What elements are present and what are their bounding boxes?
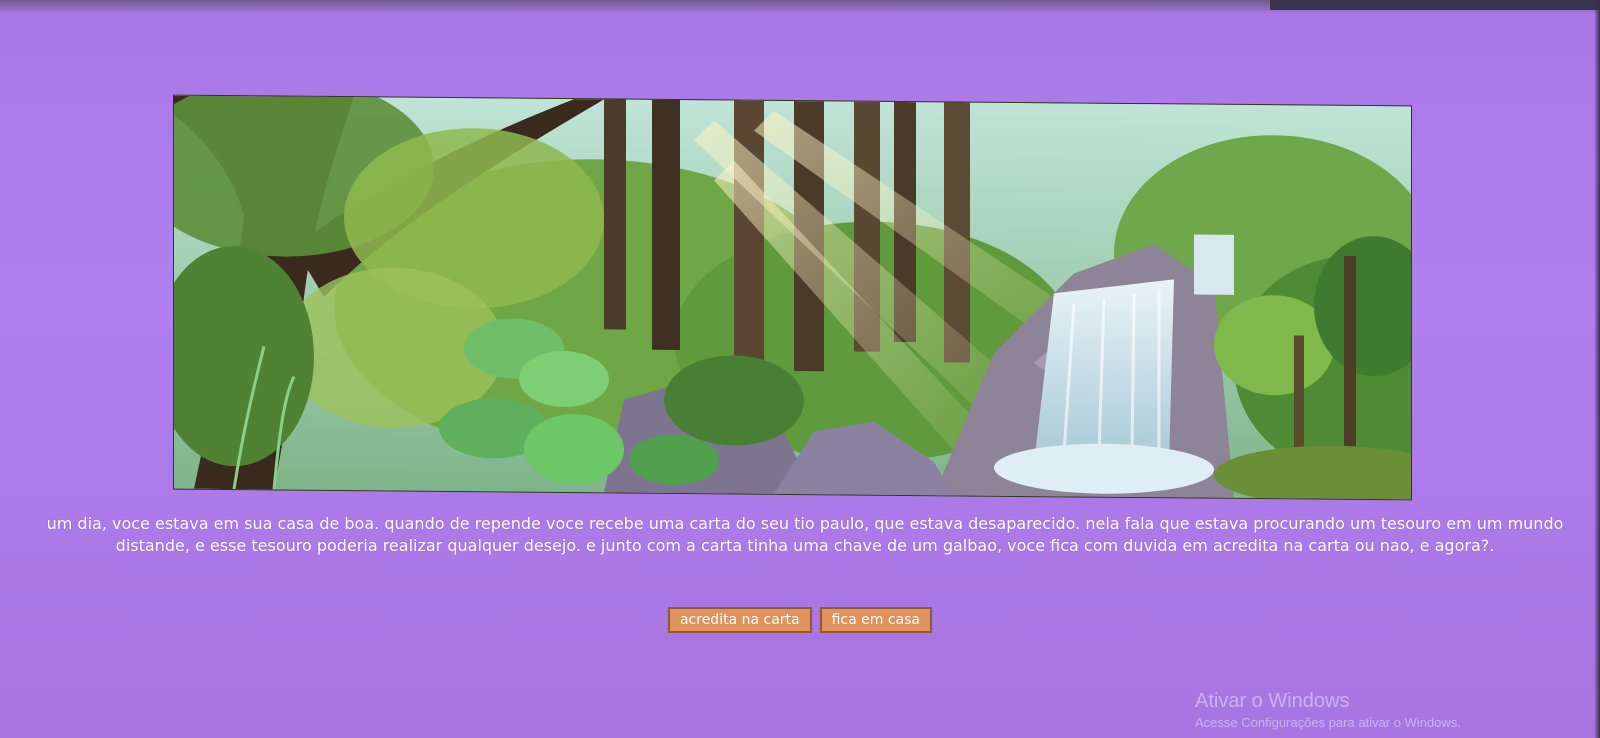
stay-home-button[interactable]: fica em casa bbox=[819, 607, 933, 633]
forest-scene-image bbox=[173, 94, 1412, 501]
watermark-subtitle: Acesse Configurações para ativar o Windo… bbox=[1195, 715, 1461, 730]
windows-activation-watermark: Ativar o Windows Acesse Configurações pa… bbox=[1195, 690, 1461, 730]
choice-buttons: acredita na carta fica em casa bbox=[0, 607, 1600, 633]
story-text: um dia, voce estava em sua casa de boa. … bbox=[46, 514, 1564, 555]
screen-top-bezel bbox=[1270, 0, 1600, 10]
screen-right-bezel bbox=[1594, 0, 1600, 738]
believe-letter-button[interactable]: acredita na carta bbox=[667, 607, 812, 633]
watermark-title: Ativar o Windows bbox=[1195, 690, 1350, 712]
